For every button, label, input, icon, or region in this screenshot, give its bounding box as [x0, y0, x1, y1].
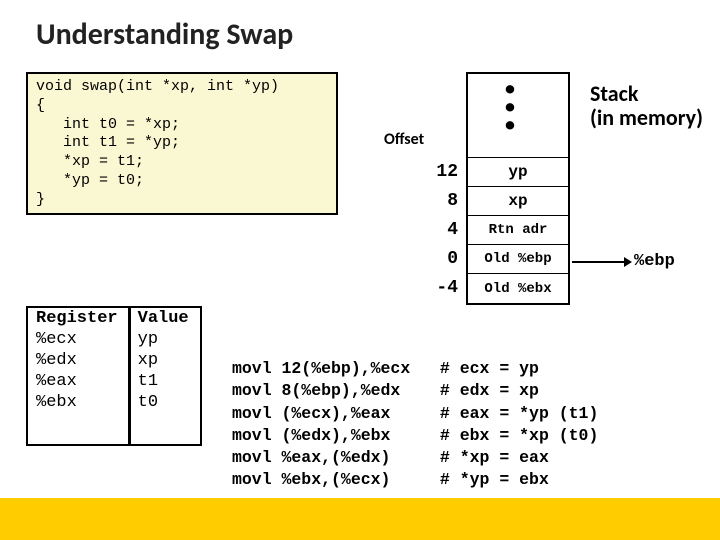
offset-val: -4 [418, 274, 458, 303]
assembly-listing: movl 12(%ebp),%ecx # ecx = yp movl 8(%eb… [232, 358, 598, 492]
cell: %ebx [30, 392, 132, 413]
offset-heading: Offset [384, 130, 424, 149]
register-table: Register Value %ecxyp %edxxp %eaxt1 %ebx… [30, 308, 203, 413]
table-row: %edxxp [30, 350, 203, 371]
table-row: yp [468, 158, 568, 187]
arrow-icon [572, 261, 630, 263]
cell: %eax [30, 371, 132, 392]
stack-table: yp xp Rtn adr Old %ebp Old %ebx [466, 72, 570, 305]
table-row: xp [468, 187, 568, 216]
reg-header: Register [30, 308, 132, 329]
offset-val: 0 [418, 245, 458, 274]
table-row: Register Value [30, 308, 203, 329]
table-row: Old %ebp [468, 245, 568, 274]
table-row: %eaxt1 [30, 371, 203, 392]
cell: yp [132, 329, 203, 350]
cell: t0 [132, 392, 203, 413]
ebp-label: %ebp [634, 252, 675, 271]
offset-val: 12 [418, 158, 458, 187]
page-title: Understanding Swap [36, 16, 293, 53]
table-row: %ecxyp [30, 329, 203, 350]
table-row: Rtn adr [468, 216, 568, 245]
cell: t1 [132, 371, 203, 392]
offset-column: 12 8 4 0 -4 [418, 158, 458, 303]
cell: %ecx [30, 329, 132, 350]
stack-line2: (in memory) [590, 104, 703, 131]
code-listing: void swap(int *xp, int *yp) { int t0 = *… [26, 72, 338, 215]
table-row [468, 74, 568, 158]
offset-val: 8 [418, 187, 458, 216]
val-header: Value [132, 308, 203, 329]
register-divider [128, 306, 131, 446]
footer-bar [0, 498, 720, 540]
table-row: Old %ebx [468, 274, 568, 303]
offset-val: 4 [418, 216, 458, 245]
cell: %edx [30, 350, 132, 371]
table-row: %ebxt0 [30, 392, 203, 413]
stack-heading: Stack (in memory) [590, 82, 703, 130]
stack-line1: Stack [590, 80, 638, 107]
cell: xp [132, 350, 203, 371]
